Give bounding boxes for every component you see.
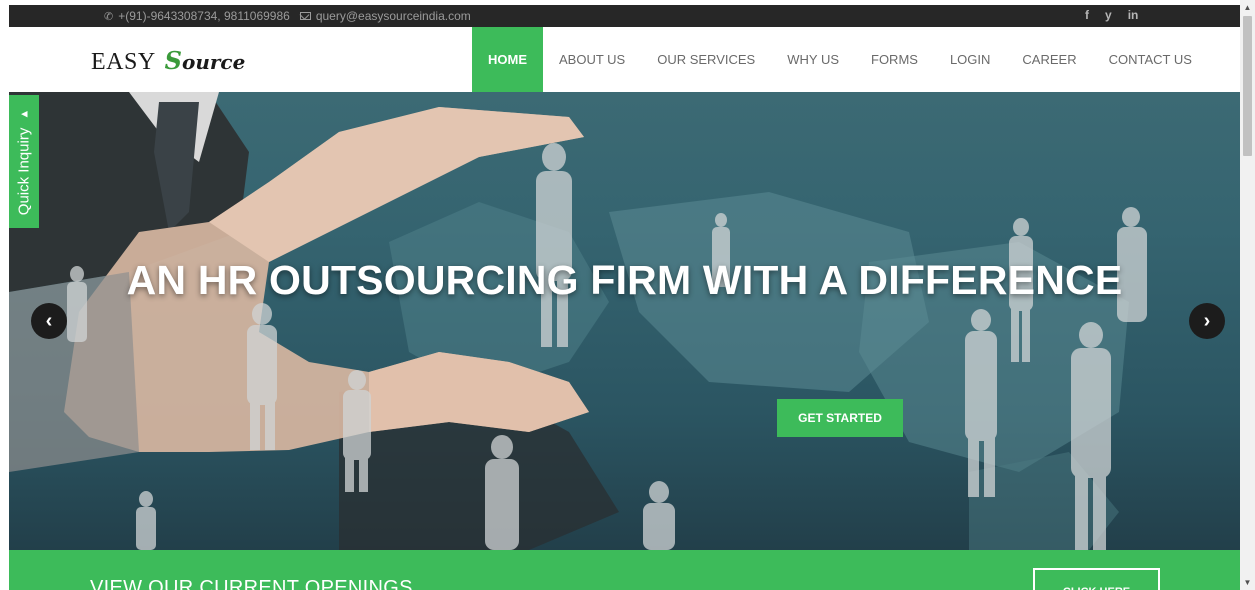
hero-title: AN HR OUTSOURCING FIRM WITH A DIFFERENCE	[126, 257, 1123, 303]
slider-next-button[interactable]: ›	[1189, 303, 1225, 339]
quick-inquiry-tab[interactable]: Quick Inquiry ▲	[9, 95, 39, 228]
chevron-left-icon: ‹	[45, 309, 53, 332]
current-openings-heading: VIEW OUR CURRENT OPENINGS	[90, 577, 413, 590]
hero-banner: AN HR OUTSOURCING FIRM WITH A DIFFERENCE…	[9, 92, 1240, 550]
quick-inquiry-text: Quick Inquiry	[15, 127, 33, 215]
logo-script-text: Source	[164, 46, 246, 75]
main-nav: HOME ABOUT US OUR SERVICES WHY US FORMS …	[472, 27, 1208, 92]
chevron-right-icon: ›	[1203, 309, 1211, 332]
social-links: f y in	[1085, 8, 1138, 22]
scrollbar-thumb[interactable]	[1243, 16, 1252, 156]
scroll-down-icon[interactable]: ▼	[1240, 575, 1255, 590]
nav-contact-us[interactable]: CONTACT US	[1093, 27, 1208, 92]
phone-icon: ✆	[104, 10, 114, 23]
get-started-button[interactable]: GET STARTED	[777, 399, 903, 437]
nav-career[interactable]: CAREER	[1006, 27, 1092, 92]
nav-our-services[interactable]: OUR SERVICES	[641, 27, 771, 92]
current-openings-strip: VIEW OUR CURRENT OPENINGS CLICK HERE	[9, 550, 1240, 590]
phone-numbers[interactable]: +(91)-9643308734, 9811069986	[118, 9, 290, 23]
nav-forms[interactable]: FORMS	[855, 27, 934, 92]
nav-login[interactable]: LOGIN	[934, 27, 1006, 92]
page-gutter	[0, 0, 9, 590]
hero-background-image	[9, 92, 1147, 550]
contact-info: ✆ +(91)-9643308734, 9811069986 query@eas…	[104, 9, 471, 23]
site-logo[interactable]: EASY Source	[91, 46, 245, 76]
nav-about-us[interactable]: ABOUT US	[543, 27, 641, 92]
scroll-up-icon[interactable]: ▲	[1240, 0, 1255, 15]
site-header: EASY Source HOME ABOUT US OUR SERVICES W…	[9, 27, 1240, 92]
click-here-button[interactable]: CLICK HERE	[1033, 568, 1160, 590]
email-icon	[299, 12, 311, 20]
twitter-icon[interactable]: y	[1105, 8, 1112, 22]
logo-main-text: EASY	[91, 49, 156, 75]
slider-prev-button[interactable]: ‹	[31, 303, 67, 339]
nav-why-us[interactable]: WHY US	[771, 27, 855, 92]
quick-inquiry-label: Quick Inquiry ▲	[16, 108, 33, 214]
nav-home[interactable]: HOME	[472, 27, 543, 92]
top-contact-bar: ✆ +(91)-9643308734, 9811069986 query@eas…	[9, 5, 1240, 27]
arrow-up-icon: ▲	[18, 108, 30, 120]
page-scrollbar[interactable]: ▲ ▼	[1240, 0, 1255, 590]
facebook-icon[interactable]: f	[1085, 8, 1089, 22]
linkedin-icon[interactable]: in	[1128, 8, 1139, 22]
email-address[interactable]: query@easysourceindia.com	[316, 9, 471, 23]
